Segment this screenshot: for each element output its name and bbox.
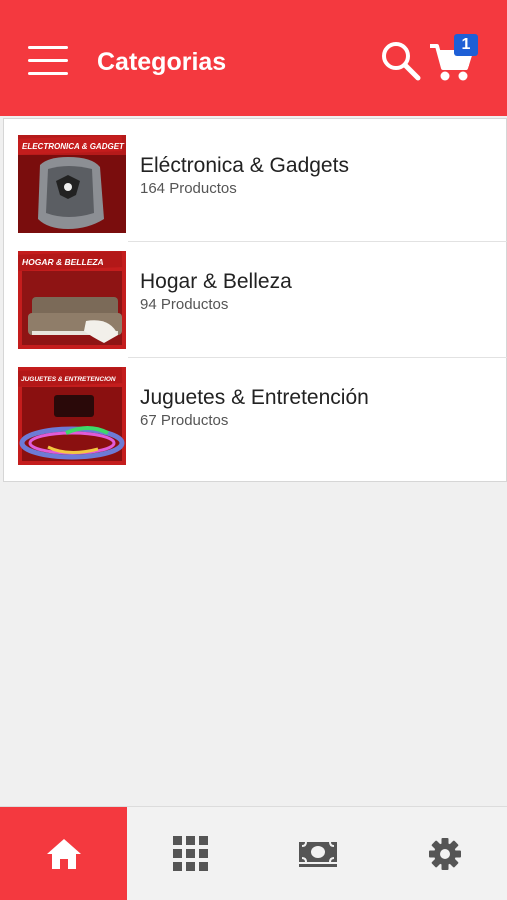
- hogar-banner-text: HOGAR & BELLEZA: [22, 257, 104, 267]
- category-product-count: 164 Productos: [140, 180, 237, 197]
- category-item-electronica[interactable]: ELECTRONICA & GADGET Eléctronica & Gadge…: [4, 119, 507, 235]
- electronica-thumbnail: ELECTRONICA & GADGET: [18, 135, 126, 233]
- cart-count-badge: 1: [454, 34, 478, 56]
- juguetes-thumbnail: JUGUETES & ENTRETENCION: [18, 367, 126, 465]
- tab-settings[interactable]: [381, 807, 507, 900]
- search-icon[interactable]: [380, 40, 422, 82]
- app-bar: Categorias 1: [0, 0, 507, 116]
- grid-icon: [172, 836, 208, 871]
- tab-categories[interactable]: [127, 807, 254, 900]
- category-list: ELECTRONICA & GADGET Eléctronica & Gadge…: [3, 118, 507, 482]
- tab-money[interactable]: [254, 807, 381, 900]
- category-name: Juguetes & Entretención: [140, 386, 369, 409]
- category-product-count: 94 Productos: [140, 296, 229, 313]
- tab-home[interactable]: [0, 807, 127, 900]
- category-item-juguetes[interactable]: JUGUETES & ENTRETENCION Juguetes & Entre…: [4, 351, 507, 467]
- juguetes-banner-text: JUGUETES & ENTRETENCION: [21, 376, 116, 383]
- page-title: Categorias: [97, 48, 227, 76]
- category-name: Hogar & Belleza: [140, 270, 292, 293]
- cart-button[interactable]: 1: [428, 34, 482, 84]
- home-icon: [46, 839, 81, 869]
- category-item-hogar[interactable]: HOGAR & BELLEZA Hogar & Belleza 94 Produ…: [4, 235, 507, 351]
- bottom-tab-bar: [0, 806, 507, 900]
- category-name: Eléctronica & Gadgets: [140, 154, 349, 177]
- category-product-count: 67 Productos: [140, 412, 229, 429]
- electronica-banner-text: ELECTRONICA & GADGET: [22, 142, 125, 151]
- hogar-thumbnail: HOGAR & BELLEZA: [18, 251, 126, 349]
- menu-icon[interactable]: [28, 46, 70, 76]
- settings-icon: [428, 838, 461, 870]
- money-icon: [298, 841, 337, 867]
